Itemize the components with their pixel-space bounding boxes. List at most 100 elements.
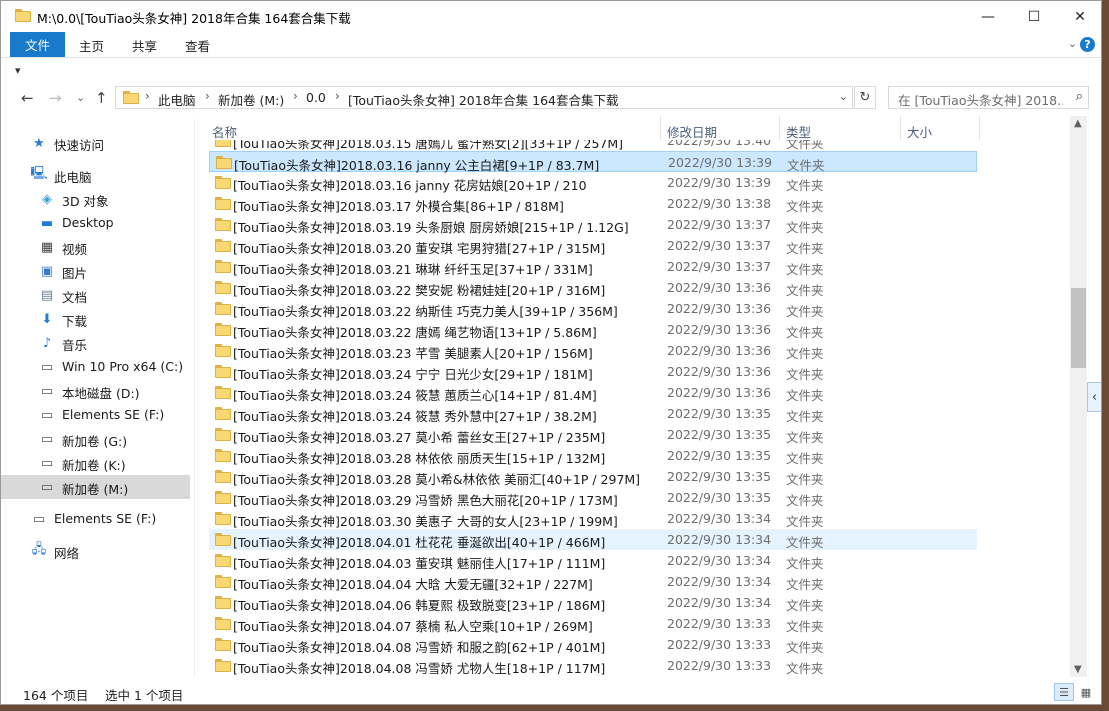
file-row[interactable]: [TouTiao头条女神]2018.03.22 樊安妮 粉裙娃娃[20+1P /… — [209, 277, 977, 298]
file-name: [TouTiao头条女神]2018.03.16 janny 花房姑娘[20+1P… — [233, 178, 587, 193]
file-row[interactable]: [TouTiao头条女神]2018.03.15 唐嫣儿 蜜汁熟女[2][33+1… — [209, 140, 977, 151]
sidebar-item-label: Elements SE (F:) — [62, 407, 165, 422]
file-row[interactable]: [TouTiao头条女神]2018.03.22 唐嫣 绳艺物语[13+1P / … — [209, 319, 977, 340]
sidebar-item-music[interactable]: ♪ 音乐 — [1, 331, 190, 355]
sidebar-item-label: 本地磁盘 (D:) — [62, 386, 140, 401]
sidebar-item-drive-c[interactable]: ▭ Win 10 Pro x64 (C:) — [1, 355, 190, 379]
file-name: [TouTiao头条女神]2018.03.22 唐嫣 绳艺物语[13+1P / … — [233, 325, 597, 340]
file-row[interactable]: [TouTiao头条女神]2018.04.04 大晗 大爱无疆[32+1P / … — [209, 571, 977, 592]
sidebar-item-videos[interactable]: ▦ 视频 — [1, 235, 190, 259]
folder-icon — [215, 323, 231, 336]
file-row[interactable]: [TouTiao头条女神]2018.03.17 外模合集[86+1P / 818… — [209, 193, 977, 214]
tiles-view-icon[interactable]: ▦ — [1076, 683, 1096, 701]
breadcrumb-folder-00[interactable]: 0.0 — [306, 90, 326, 105]
column-type[interactable]: 类型 — [786, 122, 811, 141]
forward-arrow-icon[interactable]: → — [49, 89, 62, 107]
refresh-button[interactable]: ↻ — [854, 86, 876, 109]
breadcrumb-current-folder[interactable]: [TouTiao头条女神] 2018年合集 164套合集下载 — [348, 90, 618, 109]
column-size[interactable]: 大小 — [907, 122, 932, 141]
close-button[interactable]: ✕ — [1057, 1, 1101, 32]
help-icon[interactable]: ? — [1080, 37, 1095, 52]
file-type: 文件夹 — [786, 367, 824, 382]
file-row[interactable]: [TouTiao头条女神]2018.03.30 美惠子 大哥的女人[23+1P … — [209, 508, 977, 529]
file-row[interactable]: [TouTiao头条女神]2018.03.28 莫小希&林依依 美丽汇[40+1… — [209, 466, 977, 487]
tab-file[interactable]: 文件 — [10, 32, 65, 57]
file-row[interactable]: [TouTiao头条女神]2018.04.08 冯雪娇 尤物人生[18+1P /… — [209, 655, 977, 676]
sidebar-item-downloads[interactable]: ⬇ 下载 — [1, 307, 190, 331]
sidebar-item-drive-k[interactable]: ▭ 新加卷 (K:) — [1, 451, 190, 475]
breadcrumb-separator[interactable]: › — [293, 89, 298, 103]
file-row[interactable]: [TouTiao头条女神]2018.04.06 韩夏熙 极致脱变[23+1P /… — [209, 592, 977, 613]
sidebar-item-this-pc[interactable]: 🖳 此电脑 — [1, 163, 190, 187]
file-row[interactable]: [TouTiao头条女神]2018.03.22 纳斯佳 巧克力美人[39+1P … — [209, 298, 977, 319]
file-row[interactable]: [TouTiao头条女神]2018.03.21 琳琳 纤纤玉足[37+1P / … — [209, 256, 977, 277]
sidebar-item-drive-f-external[interactable]: ▭ Elements SE (F:) — [1, 507, 190, 531]
sidebar-item-drive-f[interactable]: ▭ Elements SE (F:) — [1, 403, 190, 427]
preview-pane-toggle[interactable]: ‹ — [1087, 382, 1101, 412]
file-date-modified: 2022/9/30 13:36 — [667, 343, 772, 358]
maximize-button[interactable]: ☐ — [1011, 1, 1057, 32]
file-type: 文件夹 — [786, 325, 824, 340]
address-bar[interactable]: › 此电脑 › 新加卷 (M:) › 0.0 › [TouTiao头条女神] 2… — [115, 86, 853, 109]
vertical-scrollbar[interactable]: ▲ ▼ — [1070, 116, 1087, 677]
file-row[interactable]: [TouTiao头条女神]2018.04.07 蔡楠 私人空乘[10+1P / … — [209, 613, 977, 634]
file-date-modified: 2022/9/30 13:40 — [667, 140, 772, 148]
tab-share[interactable]: 共享 — [132, 36, 157, 55]
breadcrumb-this-pc[interactable]: 此电脑 — [158, 90, 196, 109]
sidebar-item-desktop[interactable]: ▬ Desktop — [1, 211, 190, 235]
minimize-button[interactable]: — — [965, 1, 1011, 32]
file-row[interactable]: [TouTiao头条女神]2018.04.08 冯雪娇 和服之韵[62+1P /… — [209, 634, 977, 655]
file-row[interactable]: [TouTiao头条女神]2018.03.16 janny 公主白裙[9+1P … — [209, 151, 977, 173]
breadcrumb-drive-m[interactable]: 新加卷 (M:) — [218, 90, 284, 109]
tab-home[interactable]: 主页 — [79, 36, 104, 55]
breadcrumb-separator[interactable]: › — [335, 89, 340, 103]
up-arrow-icon[interactable]: ↑ — [95, 89, 108, 107]
file-row[interactable]: [TouTiao头条女神]2018.03.24 宁宁 日光少女[29+1P / … — [209, 361, 977, 382]
file-row[interactable]: [TouTiao头条女神]2018.03.19 头条厨娘 厨房娇娘[215+1P… — [209, 214, 977, 235]
search-input[interactable]: 在 [TouTiao头条女神] 2018... — [898, 90, 1063, 109]
address-dropdown-icon[interactable]: ⌄ — [839, 90, 848, 103]
title-bar[interactable]: M:\0.0\[TouTiao头条女神] 2018年合集 164套合集下载 — … — [1, 1, 1101, 32]
back-arrow-icon[interactable]: ← — [21, 89, 34, 107]
scroll-up-icon[interactable]: ▲ — [1074, 118, 1082, 129]
file-row[interactable]: [TouTiao头条女神]2018.03.16 janny 花房姑娘[20+1P… — [209, 172, 977, 193]
file-row[interactable]: [TouTiao头条女神]2018.03.20 董安琪 宅男狩猎[27+1P /… — [209, 235, 977, 256]
drive-icon: ▭ — [32, 511, 46, 527]
column-divider[interactable] — [660, 116, 661, 140]
sidebar-item-drive-m[interactable]: ▭ 新加卷 (M:) — [1, 475, 190, 499]
sidebar-item-3d-objects[interactable]: ◈ 3D 对象 — [1, 187, 190, 211]
column-divider[interactable] — [979, 116, 980, 140]
file-row[interactable]: [TouTiao头条女神]2018.04.01 杜花花 垂涎欲出[40+1P /… — [209, 529, 977, 550]
cube-icon: ◈ — [42, 191, 52, 207]
scroll-down-icon[interactable]: ▼ — [1074, 664, 1082, 675]
file-row[interactable]: [TouTiao头条女神]2018.03.24 筱慧 蕙质兰心[14+1P / … — [209, 382, 977, 403]
details-view-icon[interactable]: ☰ — [1054, 683, 1074, 701]
column-divider[interactable] — [900, 116, 901, 140]
folder-icon — [215, 449, 231, 462]
file-row[interactable]: [TouTiao头条女神]2018.03.24 筱慧 秀外慧中[27+1P / … — [209, 403, 977, 424]
breadcrumb-separator[interactable]: › — [205, 89, 210, 103]
file-row[interactable]: [TouTiao头条女神]2018.03.27 莫小希 蕾丝女王[27+1P /… — [209, 424, 977, 445]
column-name[interactable]: 名称 — [212, 122, 237, 141]
tab-view[interactable]: 查看 — [185, 36, 210, 55]
sidebar-item-network[interactable]: 🖧 网络 — [1, 539, 190, 563]
sidebar-item-pictures[interactable]: ▣ 图片 — [1, 259, 190, 283]
column-date-modified[interactable]: 修改日期 — [667, 122, 717, 141]
sidebar-item-quick-access[interactable]: ★ 快速访问 — [1, 131, 190, 155]
recent-locations-icon[interactable]: ⌄ — [76, 91, 85, 104]
file-row[interactable]: [TouTiao头条女神]2018.03.28 林依依 丽质天生[15+1P /… — [209, 445, 977, 466]
file-row[interactable]: [TouTiao头条女神]2018.04.03 董安琪 魅丽佳人[17+1P /… — [209, 550, 977, 571]
search-box[interactable]: 在 [TouTiao头条女神] 2018... ⌕ — [888, 86, 1089, 109]
sidebar-item-drive-d[interactable]: ▭ 本地磁盘 (D:) — [1, 379, 190, 403]
folder-icon — [215, 470, 231, 483]
file-row[interactable]: [TouTiao头条女神]2018.03.29 冯雪娇 黑色大丽花[20+1P … — [209, 487, 977, 508]
ribbon-expand-icon[interactable]: ⌄ — [1068, 37, 1077, 50]
sidebar-item-drive-g[interactable]: ▭ 新加卷 (G:) — [1, 427, 190, 451]
file-row[interactable]: [TouTiao头条女神]2018.03.23 芊雪 美腿素人[20+1P / … — [209, 340, 977, 361]
folder-icon — [215, 617, 231, 630]
search-icon[interactable]: ⌕ — [1076, 89, 1083, 104]
customize-toolbar-icon[interactable]: ▾ — [15, 64, 21, 77]
sidebar-item-documents[interactable]: ▤ 文档 — [1, 283, 190, 307]
scrollbar-thumb[interactable] — [1071, 288, 1086, 368]
column-divider[interactable] — [779, 116, 780, 140]
